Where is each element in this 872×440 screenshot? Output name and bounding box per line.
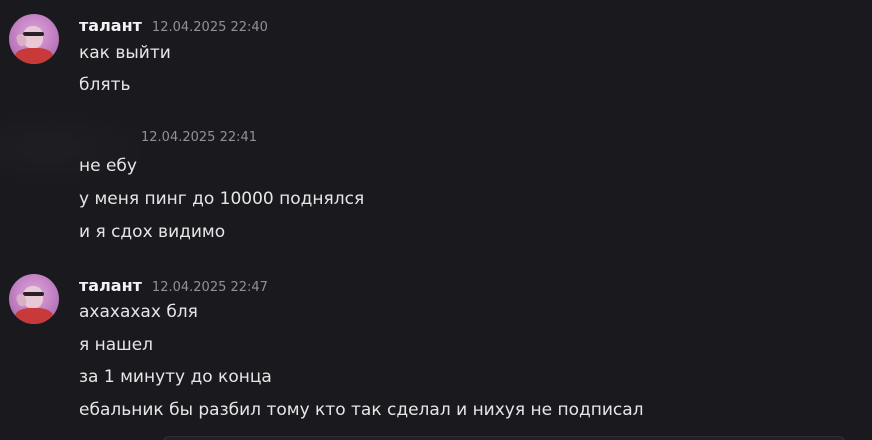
message-input[interactable] bbox=[163, 436, 845, 440]
timestamp: 12.04.2025 22:40 bbox=[151, 20, 268, 35]
message-text: за 1 минуту до конца bbox=[79, 367, 272, 387]
message-text: блять bbox=[79, 75, 131, 95]
avatar[interactable] bbox=[9, 14, 59, 64]
avatar[interactable] bbox=[9, 274, 59, 324]
username[interactable]: талант bbox=[79, 16, 142, 35]
message-header: талант 12.04.2025 22:40 bbox=[79, 16, 268, 36]
chat-messages: талант 12.04.2025 22:40 как выйти блять … bbox=[0, 0, 872, 440]
message-text: и я сдох видимо bbox=[79, 222, 226, 242]
message-text: как выйти bbox=[79, 43, 171, 63]
message-text: не ебу bbox=[79, 156, 137, 176]
timestamp: 12.04.2025 22:47 bbox=[151, 280, 268, 295]
username[interactable]: талант bbox=[79, 276, 142, 295]
timestamp: 12.04.2025 22:41 bbox=[141, 130, 258, 145]
message-header: 12.04.2025 22:41 bbox=[141, 130, 257, 150]
message-text: у меня пинг до 10000 поднялся bbox=[79, 189, 365, 209]
message-text: я нашел bbox=[79, 335, 154, 355]
message-text: ебальник бы разбил тому кто так сделал и… bbox=[79, 400, 644, 420]
message-text: ахахахах бля bbox=[79, 302, 198, 322]
message-header: талант 12.04.2025 22:47 bbox=[79, 276, 268, 296]
